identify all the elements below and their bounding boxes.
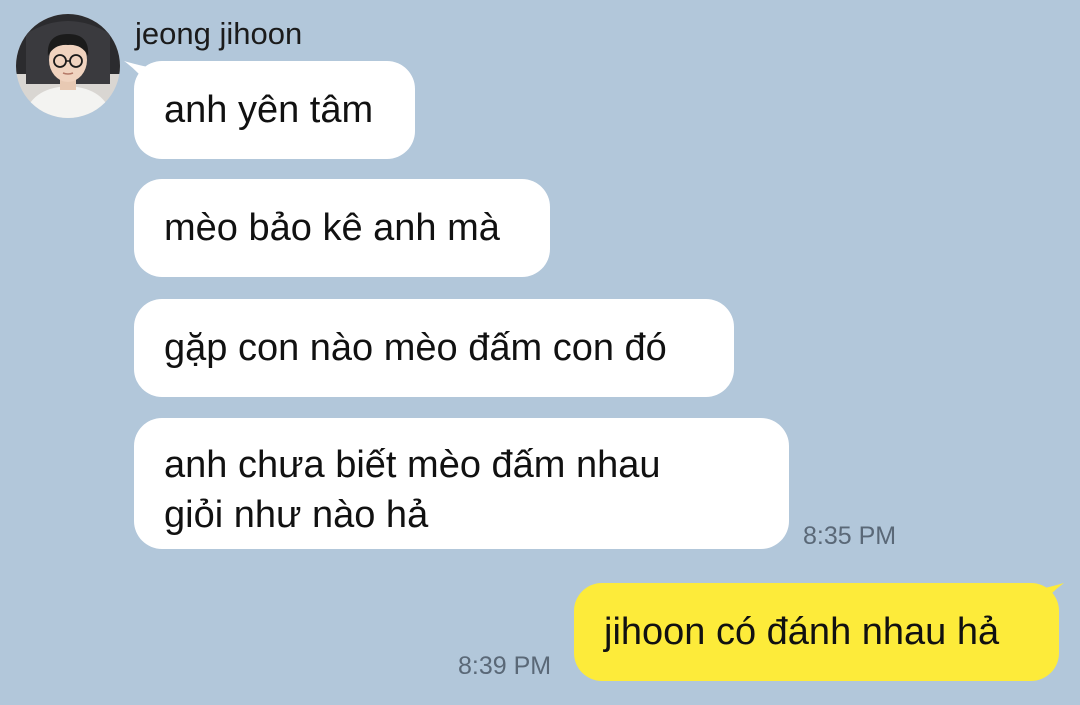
sender-name: jeong jihoon [135, 16, 303, 51]
message-bubble-incoming[interactable]: mèo bảo kê anh mà [134, 179, 550, 277]
message-text: anh yên tâm [164, 89, 374, 131]
message-text: jihoon có đánh nhau hả [604, 611, 1000, 653]
message-text: mèo bảo kê anh mà [164, 207, 500, 249]
message-timestamp: 8:35 PM [803, 522, 897, 550]
sender-avatar[interactable] [16, 14, 120, 118]
message-timestamp: 8:39 PM [458, 652, 552, 680]
message-bubble-outgoing[interactable]: jihoon có đánh nhau hả [574, 583, 1059, 681]
message-bubble-incoming[interactable]: gặp con nào mèo đấm con đó [134, 299, 734, 397]
chat-view: jeong jihoon anh yên tâm mèo bảo kê anh … [0, 0, 1080, 705]
bubble-tail-outgoing [1040, 583, 1064, 607]
avatar-image [16, 14, 120, 118]
message-bubble-incoming[interactable]: anh chưa biết mèo đấm nhau giỏi như nào … [134, 418, 789, 549]
message-bubble-incoming[interactable]: anh yên tâm [134, 61, 415, 159]
message-text: anh chưa biết mèo đấm nhau giỏi như nào … [164, 444, 661, 536]
message-text: gặp con nào mèo đấm con đó [164, 327, 667, 369]
